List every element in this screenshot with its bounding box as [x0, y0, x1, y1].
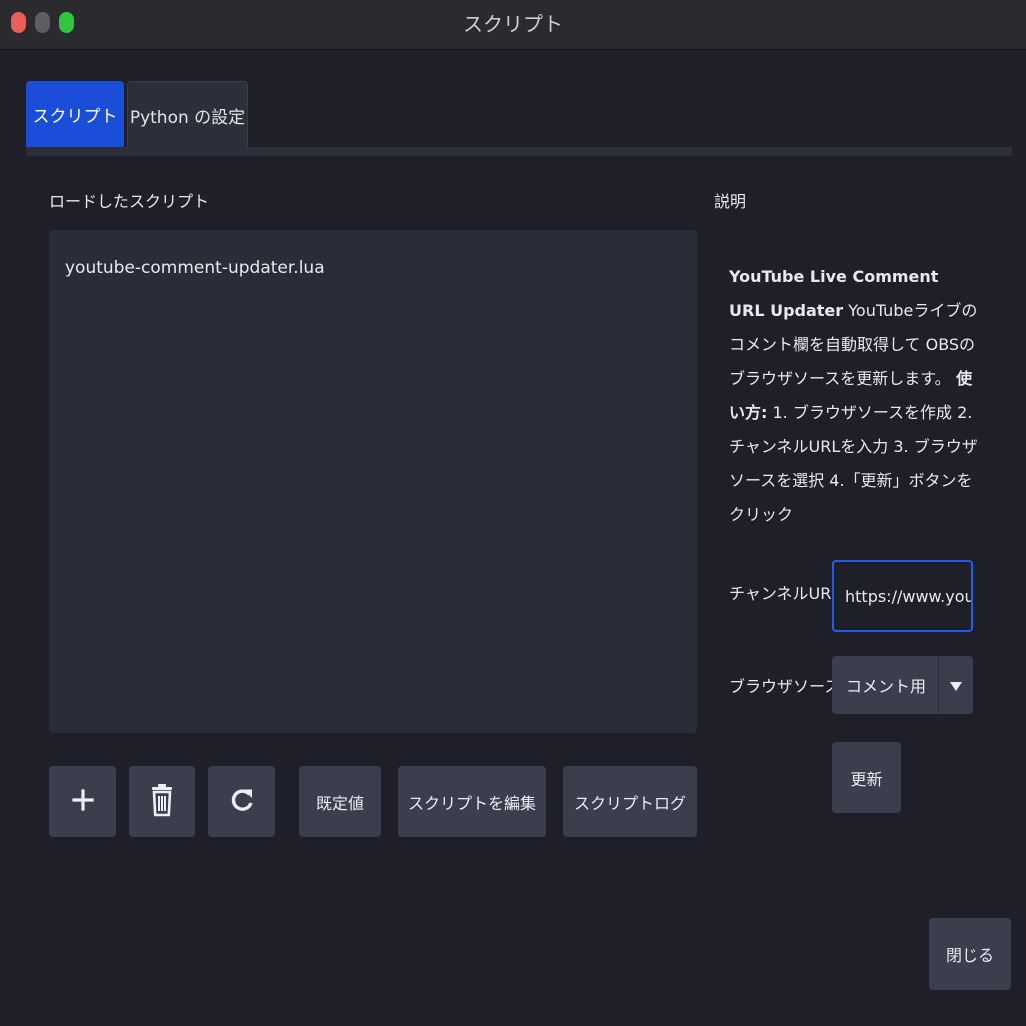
- trash-icon: [151, 783, 173, 821]
- description-usage-steps: 1. ブラウザソースを作成 2. チャンネルURLを入力 3. ブラウザソースを…: [729, 403, 978, 524]
- list-item[interactable]: youtube-comment-updater.lua: [65, 258, 325, 278]
- reload-script-button[interactable]: [208, 766, 275, 837]
- add-script-button[interactable]: [49, 766, 116, 837]
- plus-icon: [71, 788, 95, 816]
- defaults-button[interactable]: 既定値: [299, 766, 381, 837]
- description-label: 説明: [714, 192, 747, 211]
- browser-source-select[interactable]: コメント用: [832, 656, 973, 714]
- window-title: スクリプト: [463, 12, 563, 36]
- tab-divider: [26, 147, 1012, 156]
- browser-source-label: ブラウザソース: [729, 677, 841, 696]
- update-button[interactable]: 更新: [832, 742, 901, 813]
- script-description: YouTube Live Comment URL Updater YouTube…: [729, 260, 979, 532]
- loaded-scripts-list[interactable]: youtube-comment-updater.lua: [49, 230, 697, 733]
- reload-icon: [229, 785, 255, 819]
- close-button[interactable]: 閉じる: [929, 918, 1011, 990]
- script-log-button[interactable]: スクリプトログ: [563, 766, 697, 837]
- dropdown-toggle[interactable]: [939, 656, 973, 714]
- edit-script-button[interactable]: スクリプトを編集: [398, 766, 546, 837]
- channel-url-input[interactable]: [832, 560, 973, 632]
- tab-python-settings[interactable]: Python の設定: [127, 81, 248, 148]
- tab-scripts[interactable]: スクリプト: [26, 81, 124, 148]
- channel-url-label: チャンネルURL: [729, 584, 841, 603]
- remove-script-button[interactable]: [129, 766, 195, 837]
- browser-source-value: コメント用: [832, 656, 939, 714]
- window-titlebar: スクリプト: [0, 0, 1026, 50]
- loaded-scripts-label: ロードしたスクリプト: [49, 192, 210, 211]
- triangle-down-icon: [950, 676, 962, 695]
